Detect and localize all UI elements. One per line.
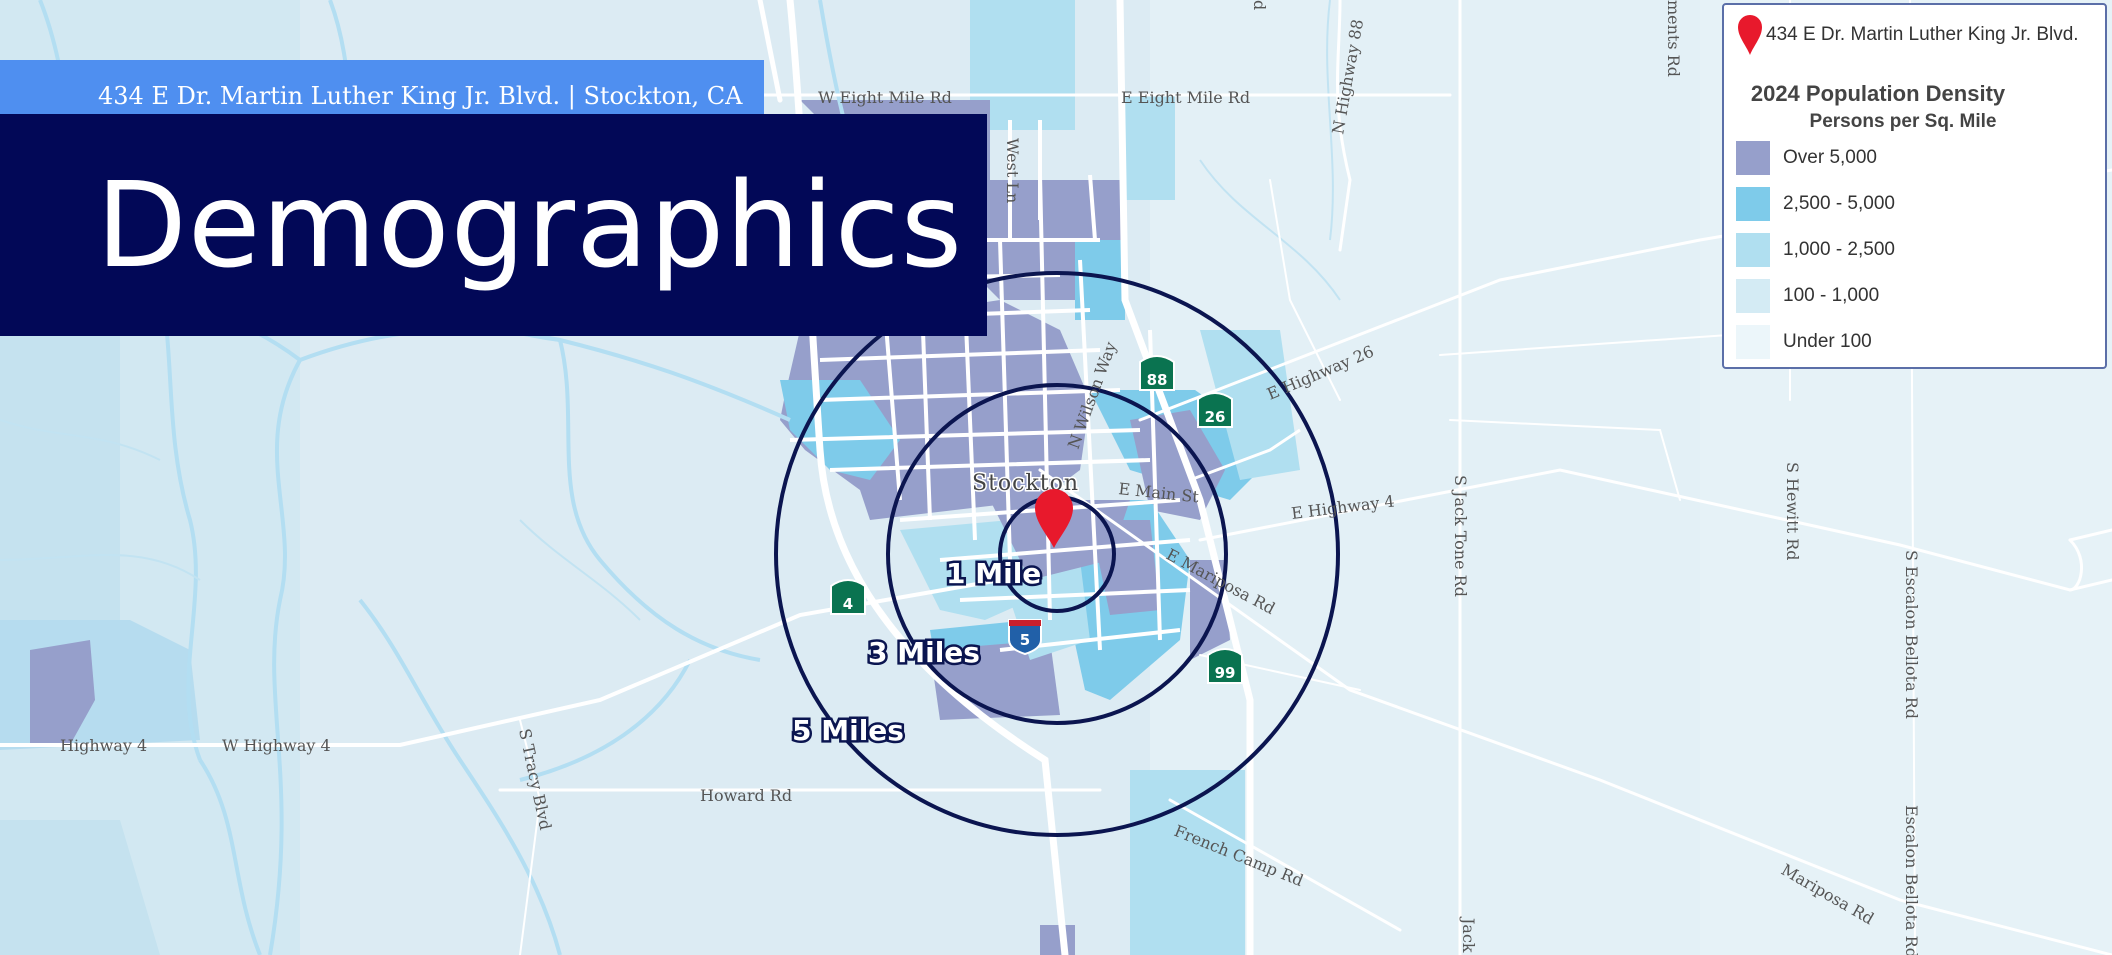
shield-4: 4 — [830, 579, 866, 615]
road-label-west-ln: West Ln — [1003, 138, 1022, 203]
location-pin-icon — [1738, 15, 1762, 55]
map-label: 4 — [843, 595, 853, 613]
legend-item: 1,000 - 2,500 — [1736, 233, 1895, 267]
legend-item: 2,500 - 5,000 — [1736, 187, 1895, 221]
road-label-s-jack-tone: S Jack Tone Rd — [1451, 475, 1470, 597]
shield-5: 5 — [1008, 619, 1042, 656]
legend-swatch — [1736, 325, 1770, 359]
road-label-jack-bottom: Jack — [1459, 916, 1478, 953]
map-label: 5 — [1020, 631, 1030, 649]
road-label-howard: Howard Rd — [700, 786, 792, 805]
road-label-s-escalon-1: S Escalon Bellota Rd — [1902, 550, 1921, 719]
road-label-w-highway-4: W Highway 4 — [222, 736, 331, 755]
map-label: 26 — [1205, 408, 1226, 426]
legend-swatch — [1736, 141, 1770, 175]
road-label-clements: ments Rd — [1664, 0, 1683, 77]
map-label: 99 — [1215, 664, 1236, 682]
legend-item-label: Over 5,000 — [1783, 147, 1877, 168]
legend-item-label: Under 100 — [1783, 331, 1872, 352]
title-banner: Demographics — [0, 114, 987, 336]
page-title: Demographics — [96, 156, 964, 294]
shield-26: 26 — [1197, 392, 1233, 428]
legend-marker-label: 434 E Dr. Martin Luther King Jr. Blvd. — [1766, 24, 2079, 45]
legend-item-label: 1,000 - 2,500 — [1783, 239, 1895, 260]
legend-item: Under 100 — [1736, 325, 1872, 359]
ring-label-3-miles: 3 Miles — [868, 636, 980, 669]
ring-label-1-mile: 1 Mile — [946, 557, 1041, 590]
legend-title: 2024 Population Density — [1750, 81, 2006, 106]
shield-88: 88 — [1139, 355, 1175, 391]
road-label-s-escalon-2: Escalon Bellota Rd — [1902, 805, 1921, 955]
legend-subtitle: Persons per Sq. Mile — [1809, 111, 1997, 132]
road-label-w-eight-mile: W Eight Mile Rd — [818, 88, 952, 107]
legend-item-label: 2,500 - 5,000 — [1783, 193, 1895, 214]
road-label-highway-4: Highway 4 — [60, 736, 147, 755]
road-label-s-hewitt: S Hewitt Rd — [1783, 462, 1802, 561]
legend-swatch — [1736, 233, 1770, 267]
legend-item: Over 5,000 — [1736, 141, 1877, 175]
ring-label-5-miles: 5 Miles — [792, 714, 904, 747]
legend-item-label: 100 - 1,000 — [1783, 285, 1880, 306]
legend-swatch — [1736, 279, 1770, 313]
road-label-top-partial: d — [1250, 0, 1269, 10]
map-legend: 434 E Dr. Martin Luther King Jr. Blvd. 2… — [1722, 3, 2107, 369]
legend-item: 100 - 1,000 — [1736, 279, 1879, 313]
road-label-e-eight-mile: E Eight Mile Rd — [1121, 88, 1250, 107]
legend-header: 434 E Dr. Martin Luther King Jr. Blvd. — [1738, 15, 2079, 55]
map-label: 88 — [1147, 371, 1168, 389]
legend-swatch — [1736, 187, 1770, 221]
shield-99: 99 — [1207, 648, 1243, 684]
